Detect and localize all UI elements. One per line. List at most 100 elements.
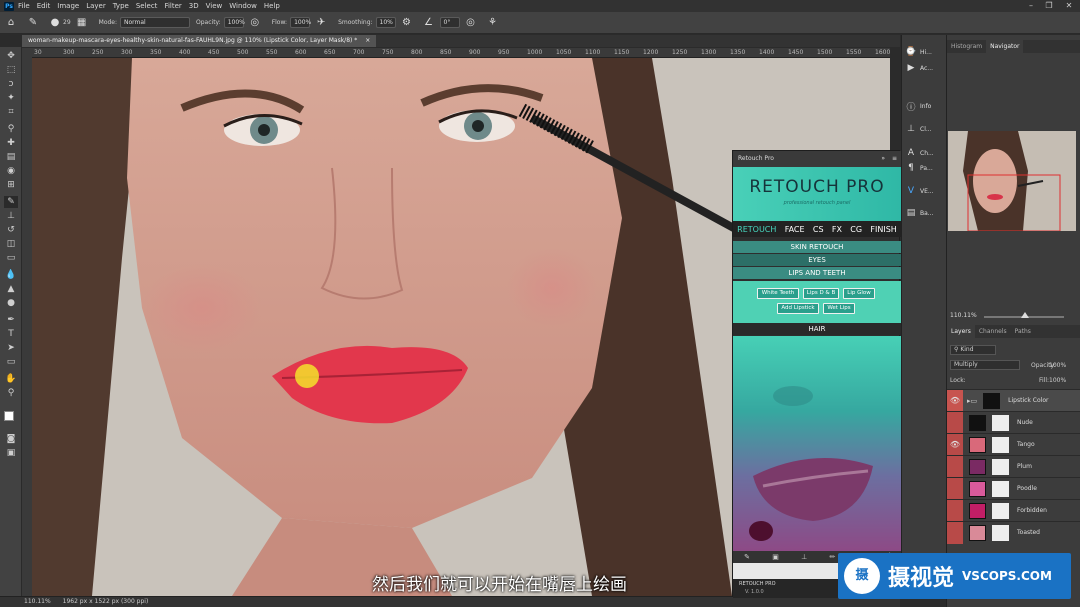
tab-paths[interactable]: Paths — [1011, 325, 1035, 338]
clone-stamp-tool-icon[interactable]: ⊥ — [4, 210, 18, 222]
brush-tool-icon[interactable]: ✎ — [26, 16, 40, 30]
eye-off-icon[interactable] — [947, 411, 963, 434]
tab-cg[interactable]: CG — [850, 225, 862, 234]
add-lipstick-button[interactable]: Add Lipstick — [777, 303, 819, 314]
lasso-tool-icon[interactable]: ↄ — [4, 78, 18, 90]
symmetry-icon[interactable]: ⚘ — [486, 16, 500, 30]
tab-histogram[interactable]: Histogram — [947, 40, 986, 53]
quick-select-tool-icon[interactable]: ✦ — [4, 92, 18, 104]
camera-icon[interactable]: ▣ — [772, 553, 779, 561]
menu-select[interactable]: Select — [136, 2, 158, 10]
pen-tool-icon[interactable]: ✒ — [4, 314, 18, 326]
content-aware-tool-icon[interactable]: ⊞ — [4, 179, 18, 191]
path-select-tool-icon[interactable]: ➤ — [4, 342, 18, 354]
eye-icon[interactable]: 👁 — [947, 389, 963, 412]
fill-value[interactable]: 100% — [1049, 377, 1066, 384]
tab-layers[interactable]: Layers — [947, 325, 975, 338]
layer-row[interactable]: 👁 Tango — [947, 433, 1080, 456]
minimize-icon[interactable]: – — [1024, 0, 1038, 12]
menu-view[interactable]: View — [206, 2, 223, 10]
foreground-color-swatch[interactable] — [4, 411, 14, 421]
layer-row[interactable]: Poodle — [947, 477, 1080, 500]
eye-off-icon[interactable] — [947, 455, 963, 478]
status-zoom[interactable]: 110.11% — [24, 598, 51, 605]
menu-window[interactable]: Window — [229, 2, 257, 10]
document-tab[interactable]: woman-makeup-mascara-eyes-healthy-skin-n… — [22, 35, 377, 47]
stamp-icon[interactable]: ⊥ — [801, 553, 807, 561]
strip-clone-source[interactable]: ⊥ Cl... — [905, 122, 945, 136]
dodge-tool-icon[interactable]: ● — [4, 297, 18, 309]
menu-filter[interactable]: Filter — [164, 2, 181, 10]
section-eyes[interactable]: EYES — [733, 254, 901, 266]
blur-tool-icon[interactable]: 💧 — [4, 269, 18, 281]
menu-layer[interactable]: Layer — [86, 2, 106, 10]
menu-edit[interactable]: Edit — [37, 2, 51, 10]
lip-glow-button[interactable]: Lip Glow — [843, 288, 875, 299]
layer-row[interactable]: Plum — [947, 455, 1080, 478]
tab-retouch[interactable]: RETOUCH — [737, 225, 776, 234]
close-window-icon[interactable]: ✕ — [1062, 0, 1076, 12]
strip-history[interactable]: ⌚ Hi... — [905, 45, 945, 59]
navigator-zoom[interactable]: 110.11% — [950, 312, 977, 319]
kind-filter[interactable]: ⚲ Kind — [950, 345, 996, 355]
menu-file[interactable]: File — [18, 2, 30, 10]
pressure-size-icon[interactable]: ◎ — [464, 16, 478, 30]
angle-field[interactable]: 0° — [439, 17, 460, 28]
sharpen-tool-icon[interactable]: ▲ — [4, 283, 18, 295]
marquee-tool-icon[interactable]: ⬚ — [4, 64, 18, 76]
strip-ve[interactable]: V VE... — [905, 184, 945, 198]
maximize-icon[interactable]: ❐ — [1042, 0, 1056, 12]
eraser-tool-icon[interactable]: ◫ — [4, 238, 18, 250]
menu-help[interactable]: Help — [264, 2, 280, 10]
tab-channels[interactable]: Channels — [975, 325, 1011, 338]
patch-tool-icon[interactable]: ▤ — [4, 151, 18, 163]
panel-menu-icon[interactable]: ≡ — [892, 151, 897, 167]
history-brush-tool-icon[interactable]: ↺ — [4, 224, 18, 236]
gradient-tool-icon[interactable]: ▭ — [4, 252, 18, 264]
pencil-icon[interactable]: ✏ — [829, 553, 835, 561]
eye-off-icon[interactable] — [947, 477, 963, 500]
strip-actions[interactable]: ▶ Ac... — [905, 61, 945, 75]
angle-icon[interactable]: ∠ — [422, 16, 436, 30]
flow-field[interactable]: 100% — [290, 17, 311, 28]
pressure-opacity-icon[interactable]: ◎ — [248, 16, 262, 30]
section-skin-retouch[interactable]: SKIN RETOUCH — [733, 241, 901, 253]
gear-icon[interactable]: ⚙ — [400, 16, 414, 30]
home-icon[interactable]: ⌂ — [4, 16, 18, 30]
opacity-field[interactable]: 100% — [223, 17, 245, 28]
red-eye-tool-icon[interactable]: ◉ — [4, 165, 18, 177]
quick-mask-icon[interactable]: ◙ — [4, 433, 18, 445]
layer-row[interactable]: Forbidden — [947, 499, 1080, 522]
wet-lips-button[interactable]: Wet Lips — [823, 303, 855, 314]
layer-row[interactable]: 👁 ▸▭ Lipstick Color — [947, 389, 1080, 412]
brush-icon[interactable]: ✎ — [744, 553, 750, 561]
eye-off-icon[interactable] — [947, 499, 963, 522]
white-teeth-button[interactable]: White Teeth — [757, 288, 799, 299]
close-tab-icon[interactable]: × — [365, 37, 370, 44]
eye-off-icon[interactable] — [947, 521, 963, 544]
layer-row[interactable]: Toasted — [947, 521, 1080, 544]
blend-mode-select[interactable]: Multiply — [950, 360, 1020, 370]
airbrush-icon[interactable]: ✈ — [314, 16, 328, 30]
strip-info[interactable]: ⓘ Info — [905, 99, 945, 113]
brush-preset-icon[interactable]: ● — [48, 16, 62, 30]
layer-opacity-value[interactable]: 100% — [1049, 362, 1066, 369]
strip-paragraph[interactable]: ¶ Pa... — [905, 161, 945, 175]
mode-select[interactable]: Normal — [120, 17, 191, 28]
strip-brush-settings[interactable]: ▤ Ba... — [905, 206, 945, 220]
hand-tool-icon[interactable]: ✋ — [4, 373, 18, 385]
move-tool-icon[interactable]: ✥ — [4, 50, 18, 62]
collapse-icon[interactable]: » — [881, 151, 885, 167]
zoom-tool-icon[interactable]: ⚲ — [4, 387, 18, 399]
menu-3d[interactable]: 3D — [189, 2, 199, 10]
screen-mode-icon[interactable]: ▣ — [4, 447, 18, 459]
menu-image[interactable]: Image — [57, 2, 79, 10]
lips-db-button[interactable]: Lips D & B — [803, 288, 839, 299]
menu-type[interactable]: Type — [113, 2, 129, 10]
tab-face[interactable]: FACE — [785, 225, 805, 234]
tab-navigator[interactable]: Navigator — [986, 40, 1024, 53]
brush-tool-icon[interactable]: ✎ — [4, 196, 18, 208]
healing-tool-icon[interactable]: ✚ — [4, 137, 18, 149]
eye-icon[interactable]: 👁 — [947, 433, 963, 456]
eyedropper-tool-icon[interactable]: ⚲ — [4, 123, 18, 135]
